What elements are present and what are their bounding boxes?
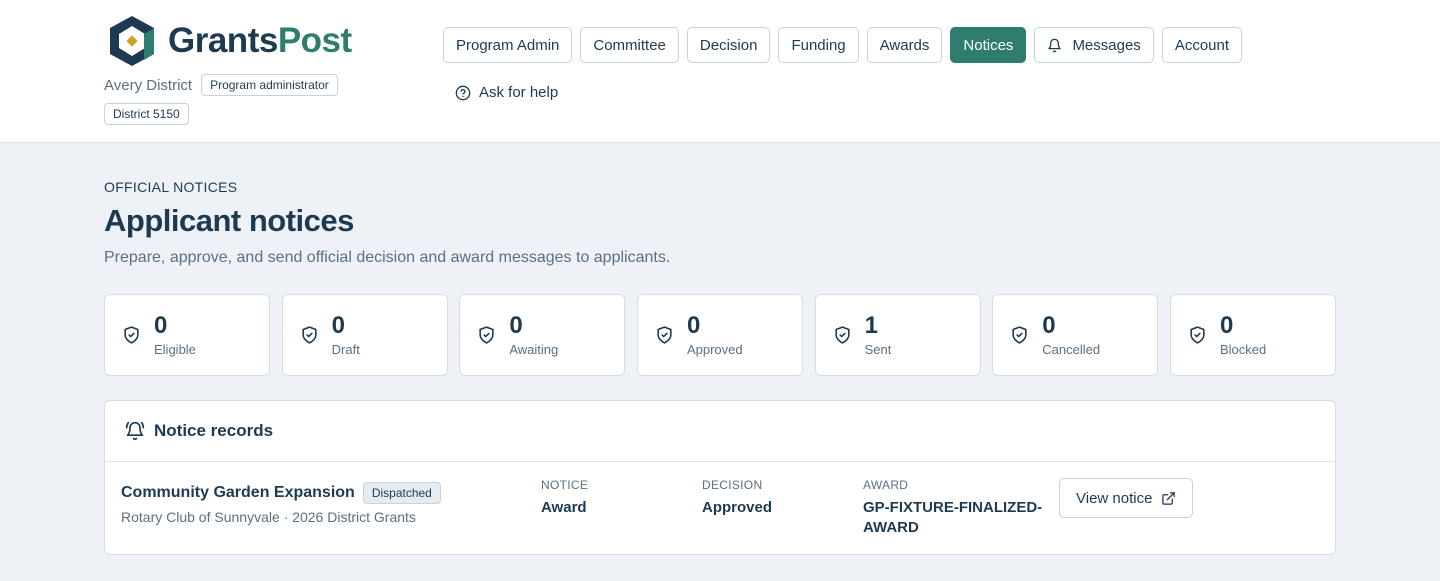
shield-check-icon (835, 326, 850, 344)
table-row: Community Garden Expansion Dispatched Ro… (105, 462, 1335, 554)
award-label: AWARD (863, 478, 909, 492)
brand-logo[interactable]: GrantsPost (104, 14, 352, 68)
org-name: Avery District (104, 76, 193, 94)
records-title: Notice records (154, 421, 274, 440)
nav-funding[interactable]: Funding (778, 27, 859, 63)
shield-check-icon (1190, 326, 1205, 344)
help-label: Ask for help (479, 84, 559, 101)
stats-row: 0 Eligible 0 Draft 0 Awaiting 0 Approved 1 Sent 0 C… (104, 294, 1336, 376)
award-column: AWARD GP-FIXTURE-FINALIZED-AWARD (863, 478, 1043, 538)
stat-value: 0 (509, 311, 523, 339)
shield-check-icon (479, 326, 494, 344)
stat-label: Cancelled (1042, 341, 1101, 357)
stat-card-draft: 0 Draft (281, 294, 448, 376)
project-name: Community Garden Expansion (121, 484, 355, 501)
project-title-group: Community Garden Expansion Dispatched (121, 482, 441, 504)
help-circle-icon (455, 85, 471, 100)
bell-icon (1048, 38, 1062, 52)
shield-check-icon (302, 326, 317, 344)
stat-text: 1 Sent (864, 311, 892, 357)
stat-card-eligible: 0 Eligible (104, 294, 270, 376)
page-subtitle: Prepare, approve, and send official deci… (104, 249, 671, 266)
stat-label: Awaiting (509, 341, 559, 357)
main-nav: Program Admin Committee Decision Funding… (443, 27, 1250, 63)
stat-card-sent: 1 Sent (814, 294, 981, 376)
stat-label: Draft (331, 341, 360, 357)
notice-label: NOTICE (541, 478, 589, 492)
stat-value: 0 (1219, 311, 1234, 339)
page-title: Applicant notices (104, 203, 354, 238)
shield-check-icon (657, 326, 672, 344)
main-content: OFFICIAL NOTICES Applicant notices Prepa… (104, 143, 1336, 555)
stat-value: 0 (331, 311, 346, 339)
stat-text: 0 Awaiting (509, 311, 559, 357)
shield-check-icon (124, 326, 139, 344)
grantspost-logo-icon (110, 16, 154, 66)
nav-messages-label: Messages (1072, 36, 1141, 54)
stat-card-awaiting: 0 Awaiting (459, 294, 626, 376)
nav-program-admin[interactable]: Program Admin (443, 27, 573, 63)
stat-text: 0 Eligible (154, 311, 196, 357)
stat-label: Sent (864, 341, 892, 357)
page-eyebrow: OFFICIAL NOTICES (104, 179, 238, 195)
decision-value: Approved (702, 499, 773, 516)
stat-label: Blocked (1219, 341, 1267, 357)
nav-committee[interactable]: Committee (580, 27, 679, 63)
notice-records-panel: Notice records Community Garden Expansio… (104, 400, 1336, 555)
stat-value: 0 (1042, 311, 1056, 339)
stat-card-blocked: 0 Blocked (1169, 294, 1336, 376)
stat-label: Eligible (154, 341, 196, 357)
brand-name: GrantsPost (168, 21, 352, 61)
brand-name-part1: Grants (168, 21, 278, 60)
award-value: GP-FIXTURE-FINALIZED-AWARD (863, 499, 1043, 536)
decision-column: DECISION Approved (702, 478, 772, 518)
stat-value: 0 (154, 311, 168, 339)
app-header: GrantsPost Avery District Program admini… (0, 0, 1440, 143)
notice-column: NOTICE Award (541, 478, 588, 518)
view-notice-button[interactable]: View notice (1059, 478, 1194, 518)
notice-value: Award (541, 499, 587, 516)
nav-decision[interactable]: Decision (686, 27, 771, 63)
nav-account[interactable]: Account (1161, 27, 1243, 63)
ask-for-help-link[interactable]: Ask for help (455, 84, 558, 101)
role-tag: Program administrator (201, 74, 338, 96)
external-link-icon (1162, 491, 1176, 505)
records-header: Notice records (105, 401, 1335, 462)
nav-messages[interactable]: Messages (1034, 27, 1154, 63)
stat-text: 0 Blocked (1219, 311, 1267, 357)
district-tag: District 5150 (104, 103, 189, 125)
stat-label: Approved (686, 341, 743, 357)
stat-card-cancelled: 0 Cancelled (992, 294, 1159, 376)
stat-text: 0 Draft (331, 311, 360, 357)
project-meta: Rotary Club of Sunnyvale · 2026 District… (121, 509, 416, 525)
decision-label: DECISION (702, 478, 763, 492)
view-notice-label: View notice (1076, 489, 1153, 507)
bell-ring-icon (125, 421, 145, 441)
status-badge: Dispatched (362, 482, 441, 504)
stat-text: 0 Cancelled (1042, 311, 1101, 357)
district-row: District 5150 (104, 103, 189, 125)
stat-value: 1 (864, 311, 878, 339)
stat-value: 0 (686, 311, 701, 339)
brand-name-part2: Post (277, 21, 352, 60)
nav-awards[interactable]: Awards (866, 27, 943, 63)
stat-card-approved: 0 Approved (636, 294, 803, 376)
org-info: Avery District Program administrator (104, 74, 338, 96)
nav-notices[interactable]: Notices (950, 27, 1027, 63)
shield-check-icon (1012, 326, 1027, 344)
stat-text: 0 Approved (686, 311, 743, 357)
